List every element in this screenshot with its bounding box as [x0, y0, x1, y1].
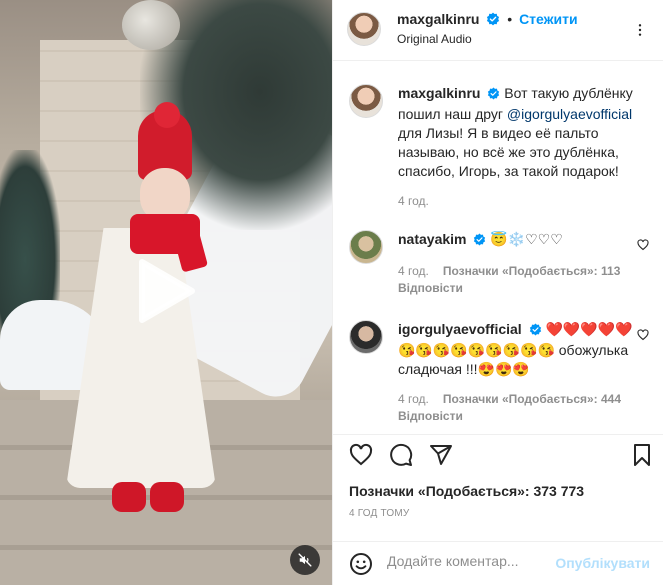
comment-likes-link[interactable]: Позначки «Подобається»: 444	[443, 392, 621, 406]
background-sphere	[122, 0, 180, 50]
caption-mention-link[interactable]: @igorgulyaevofficial	[507, 106, 632, 122]
likes-count[interactable]: Позначки «Подобається»: 373 773	[349, 483, 584, 499]
post-comment-button[interactable]: Опублікувати	[555, 555, 650, 571]
comment-username[interactable]: igorgulyaevofficial	[398, 321, 522, 337]
caption-time: 4 год.	[398, 194, 429, 208]
comment-time: 4 год.	[398, 392, 429, 406]
share-send-icon[interactable]	[429, 443, 453, 467]
emoji-icon[interactable]	[349, 552, 373, 579]
add-comment-bar: Опублікувати	[333, 541, 663, 585]
author-username[interactable]: maxgalkinru	[397, 11, 479, 27]
caption-username[interactable]: maxgalkinru	[398, 85, 480, 101]
like-comment-heart-icon[interactable]	[637, 328, 649, 344]
commenter-avatar[interactable]	[349, 320, 383, 354]
comment-item: igorgulyaevofficial ❤️❤️❤️❤️❤️😘😘😘😘😘😘😘😘😘 …	[349, 320, 649, 430]
comment-text: 😇❄️♡♡♡	[490, 231, 563, 247]
reply-button[interactable]: Відповісти	[398, 407, 643, 426]
separator-dot: •	[507, 11, 513, 27]
comment-username[interactable]: natayakim	[398, 231, 466, 247]
verified-badge-icon	[529, 322, 542, 341]
comment-bubble-icon[interactable]	[389, 443, 413, 467]
follow-button[interactable]: Стежити	[519, 11, 578, 27]
reply-button[interactable]: Відповісти	[398, 279, 643, 298]
commenter-avatar[interactable]	[349, 230, 383, 264]
author-avatar[interactable]	[349, 84, 383, 118]
more-options-icon[interactable]	[630, 22, 650, 41]
play-icon[interactable]	[136, 258, 196, 324]
verified-badge-icon	[486, 12, 500, 29]
caption-text-rest: для Лизы! Я в видео её пальто называю, н…	[398, 125, 619, 179]
post-header: maxgalkinru • Стежити Original Audio	[333, 0, 663, 61]
verified-badge-icon	[473, 232, 486, 251]
save-bookmark-icon[interactable]	[630, 443, 654, 467]
action-bar	[333, 434, 663, 474]
audio-link[interactable]: Original Audio	[397, 32, 472, 46]
post-sidebar: maxgalkinru • Стежити Original Audio max…	[332, 0, 663, 585]
muted-icon[interactable]	[290, 545, 320, 575]
author-avatar[interactable]	[347, 12, 381, 46]
comment-likes-link[interactable]: Позначки «Подобається»: 113	[443, 264, 621, 278]
comment-input[interactable]	[387, 553, 557, 569]
post-video[interactable]	[0, 0, 332, 585]
like-heart-icon[interactable]	[349, 443, 373, 467]
post-time[interactable]: 4 ГОД ТОМУ	[349, 508, 409, 519]
post-caption: maxgalkinru Вот такую дублёнку пошил наш…	[349, 84, 649, 214]
verified-badge-icon	[487, 86, 500, 105]
comments-section[interactable]: maxgalkinru Вот такую дублёнку пошил наш…	[333, 62, 663, 434]
like-comment-heart-icon[interactable]	[637, 238, 649, 254]
comment-time: 4 год.	[398, 264, 429, 278]
comment-item: natayakim 😇❄️♡♡♡ 4 год. Позначки «Подобає…	[349, 230, 649, 300]
